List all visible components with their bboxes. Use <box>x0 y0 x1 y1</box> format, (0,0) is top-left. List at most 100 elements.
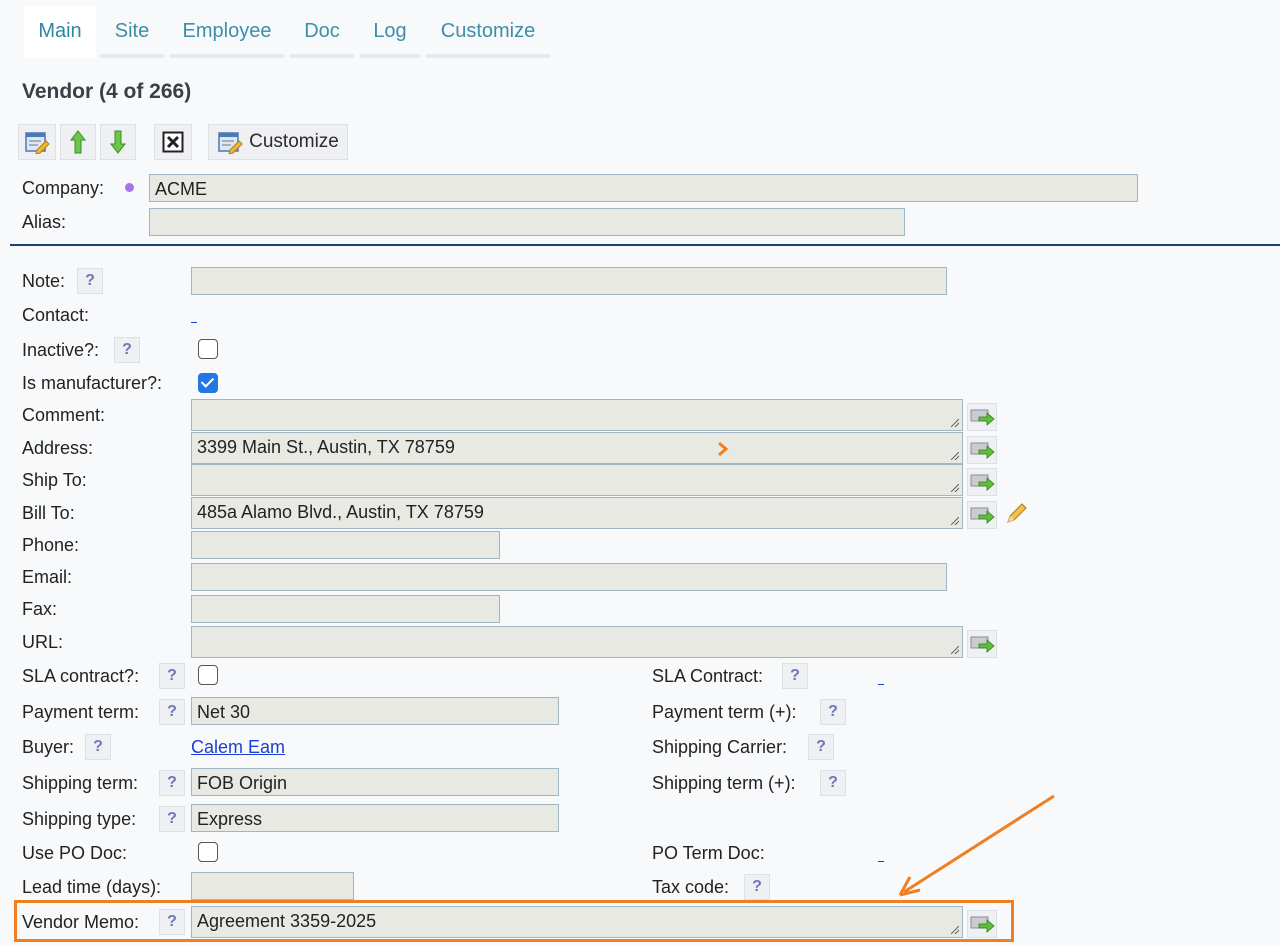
tax-code-help-icon[interactable]: ? <box>744 874 770 900</box>
shipping-type-label: Shipping type: <box>22 809 137 829</box>
note-field[interactable] <box>191 267 947 295</box>
company-label: Company: <box>22 178 105 198</box>
close-button[interactable] <box>154 124 192 160</box>
vendor-memo-field[interactable]: Agreement 3359-2025 <box>191 906 963 938</box>
page-title: Vendor (4 of 266) <box>22 80 192 103</box>
payment-term-plus-label: Payment term (+): <box>652 702 797 722</box>
goto-arrow-icon <box>970 409 995 426</box>
arrow-down-icon <box>109 130 127 154</box>
manufacturer-label: Is manufacturer?: <box>22 373 163 393</box>
alias-field[interactable] <box>149 208 905 236</box>
po-term-doc-label: PO Term Doc: <box>652 843 765 863</box>
annotation-arrow-icon <box>898 794 1055 897</box>
sla-contract-help-icon[interactable]: ? <box>782 663 808 689</box>
goto-arrow-icon <box>970 474 995 491</box>
shipping-term-plus-help-icon[interactable]: ? <box>820 770 846 796</box>
comment-field[interactable] <box>191 399 963 431</box>
goto-arrow-icon <box>970 442 995 459</box>
alias-label: Alias: <box>22 212 67 232</box>
inactive-help-icon[interactable]: ? <box>114 337 140 363</box>
buyer-link[interactable]: Calem Eam <box>191 737 285 758</box>
chevron-right-icon <box>718 441 729 457</box>
arrow-up-icon <box>69 130 87 154</box>
billto-field[interactable]: 485a Alamo Blvd., Austin, TX 78759 <box>191 497 963 529</box>
sla-contract-link[interactable] <box>878 684 884 685</box>
sla-label: SLA contract?: <box>22 666 140 686</box>
shipping-type-help-icon[interactable]: ? <box>159 806 185 832</box>
billto-edit-button[interactable] <box>1002 501 1032 529</box>
customize-button[interactable]: Customize <box>208 124 348 160</box>
fax-field[interactable] <box>191 595 500 623</box>
url-field[interactable] <box>191 626 963 658</box>
payment-term-plus-help-icon[interactable]: ? <box>820 699 846 725</box>
shipping-term-help-icon[interactable]: ? <box>159 770 185 796</box>
goto-arrow-icon <box>970 636 995 653</box>
address-goto-button[interactable] <box>967 436 997 464</box>
section-divider <box>10 244 1280 246</box>
billto-label: Bill To: <box>22 503 75 523</box>
address-field[interactable]: 3399 Main St., Austin, TX 78759 <box>191 432 963 464</box>
shipping-term-field[interactable]: FOB Origin <box>191 768 559 796</box>
note-help-icon[interactable]: ? <box>77 268 103 294</box>
contact-label: Contact: <box>22 305 90 325</box>
shipping-carrier-label: Shipping Carrier: <box>652 737 788 757</box>
note-label: Note: <box>22 271 66 291</box>
shipping-term-plus-label: Shipping term (+): <box>652 773 796 793</box>
shipto-goto-button[interactable] <box>967 468 997 496</box>
comment-goto-button[interactable] <box>967 403 997 431</box>
buyer-help-icon[interactable]: ? <box>85 734 111 760</box>
customize-icon <box>218 132 243 154</box>
required-dot-icon <box>125 183 134 192</box>
payment-term-label: Payment term: <box>22 702 140 722</box>
contact-link[interactable] <box>191 322 197 323</box>
shipping-carrier-help-icon[interactable]: ? <box>808 734 834 760</box>
sla-checkbox[interactable] <box>198 665 218 685</box>
vendor-memo-help-icon[interactable]: ? <box>159 909 185 935</box>
pencil-icon <box>1007 503 1027 523</box>
lead-time-label: Lead time (days): <box>22 877 162 897</box>
shipping-type-field[interactable]: Express <box>191 804 559 832</box>
buyer-label: Buyer: <box>22 737 75 757</box>
billto-goto-button[interactable] <box>967 501 997 529</box>
comment-label: Comment: <box>22 405 106 425</box>
email-field[interactable] <box>191 563 947 591</box>
sla-contract-label: SLA Contract: <box>652 666 764 686</box>
payment-term-help-icon[interactable]: ? <box>159 699 185 725</box>
goto-arrow-icon <box>970 916 995 933</box>
inactive-checkbox[interactable] <box>198 339 218 359</box>
inactive-label: Inactive?: <box>22 340 100 360</box>
po-term-doc-link[interactable] <box>878 861 884 862</box>
customize-label: Customize <box>249 131 339 152</box>
tax-code-label: Tax code: <box>652 877 730 897</box>
tab-log[interactable]: Log <box>360 6 420 58</box>
fax-label: Fax: <box>22 599 58 619</box>
address-label: Address: <box>22 438 94 458</box>
vendor-memo-label: Vendor Memo: <box>22 912 140 932</box>
phone-field[interactable] <box>191 531 500 559</box>
tab-customize[interactable]: Customize <box>426 6 550 58</box>
tab-doc[interactable]: Doc <box>290 6 354 58</box>
sla-help-icon[interactable]: ? <box>159 663 185 689</box>
lead-time-field[interactable] <box>191 872 354 900</box>
edit-button[interactable] <box>18 124 56 160</box>
use-po-doc-checkbox[interactable] <box>198 842 218 862</box>
payment-term-field[interactable]: Net 30 <box>191 697 559 725</box>
use-po-doc-label: Use PO Doc: <box>22 843 128 863</box>
phone-label: Phone: <box>22 535 80 555</box>
url-goto-button[interactable] <box>967 630 997 658</box>
previous-record-button[interactable] <box>60 124 96 160</box>
tab-bar: Main Site Employee Doc Log Customize <box>0 0 1280 58</box>
shipto-field[interactable] <box>191 464 963 496</box>
shipto-label: Ship To: <box>22 470 87 490</box>
manufacturer-checkbox[interactable] <box>198 373 218 393</box>
tab-main[interactable]: Main <box>24 6 96 58</box>
goto-arrow-icon <box>970 507 995 524</box>
email-label: Email: <box>22 567 73 587</box>
tab-site[interactable]: Site <box>100 6 164 58</box>
close-icon <box>162 131 184 153</box>
url-label: URL: <box>22 632 64 652</box>
vendor-memo-goto-button[interactable] <box>967 910 997 938</box>
company-field[interactable]: ACME <box>149 174 1138 202</box>
tab-employee[interactable]: Employee <box>170 6 284 58</box>
next-record-button[interactable] <box>100 124 136 160</box>
